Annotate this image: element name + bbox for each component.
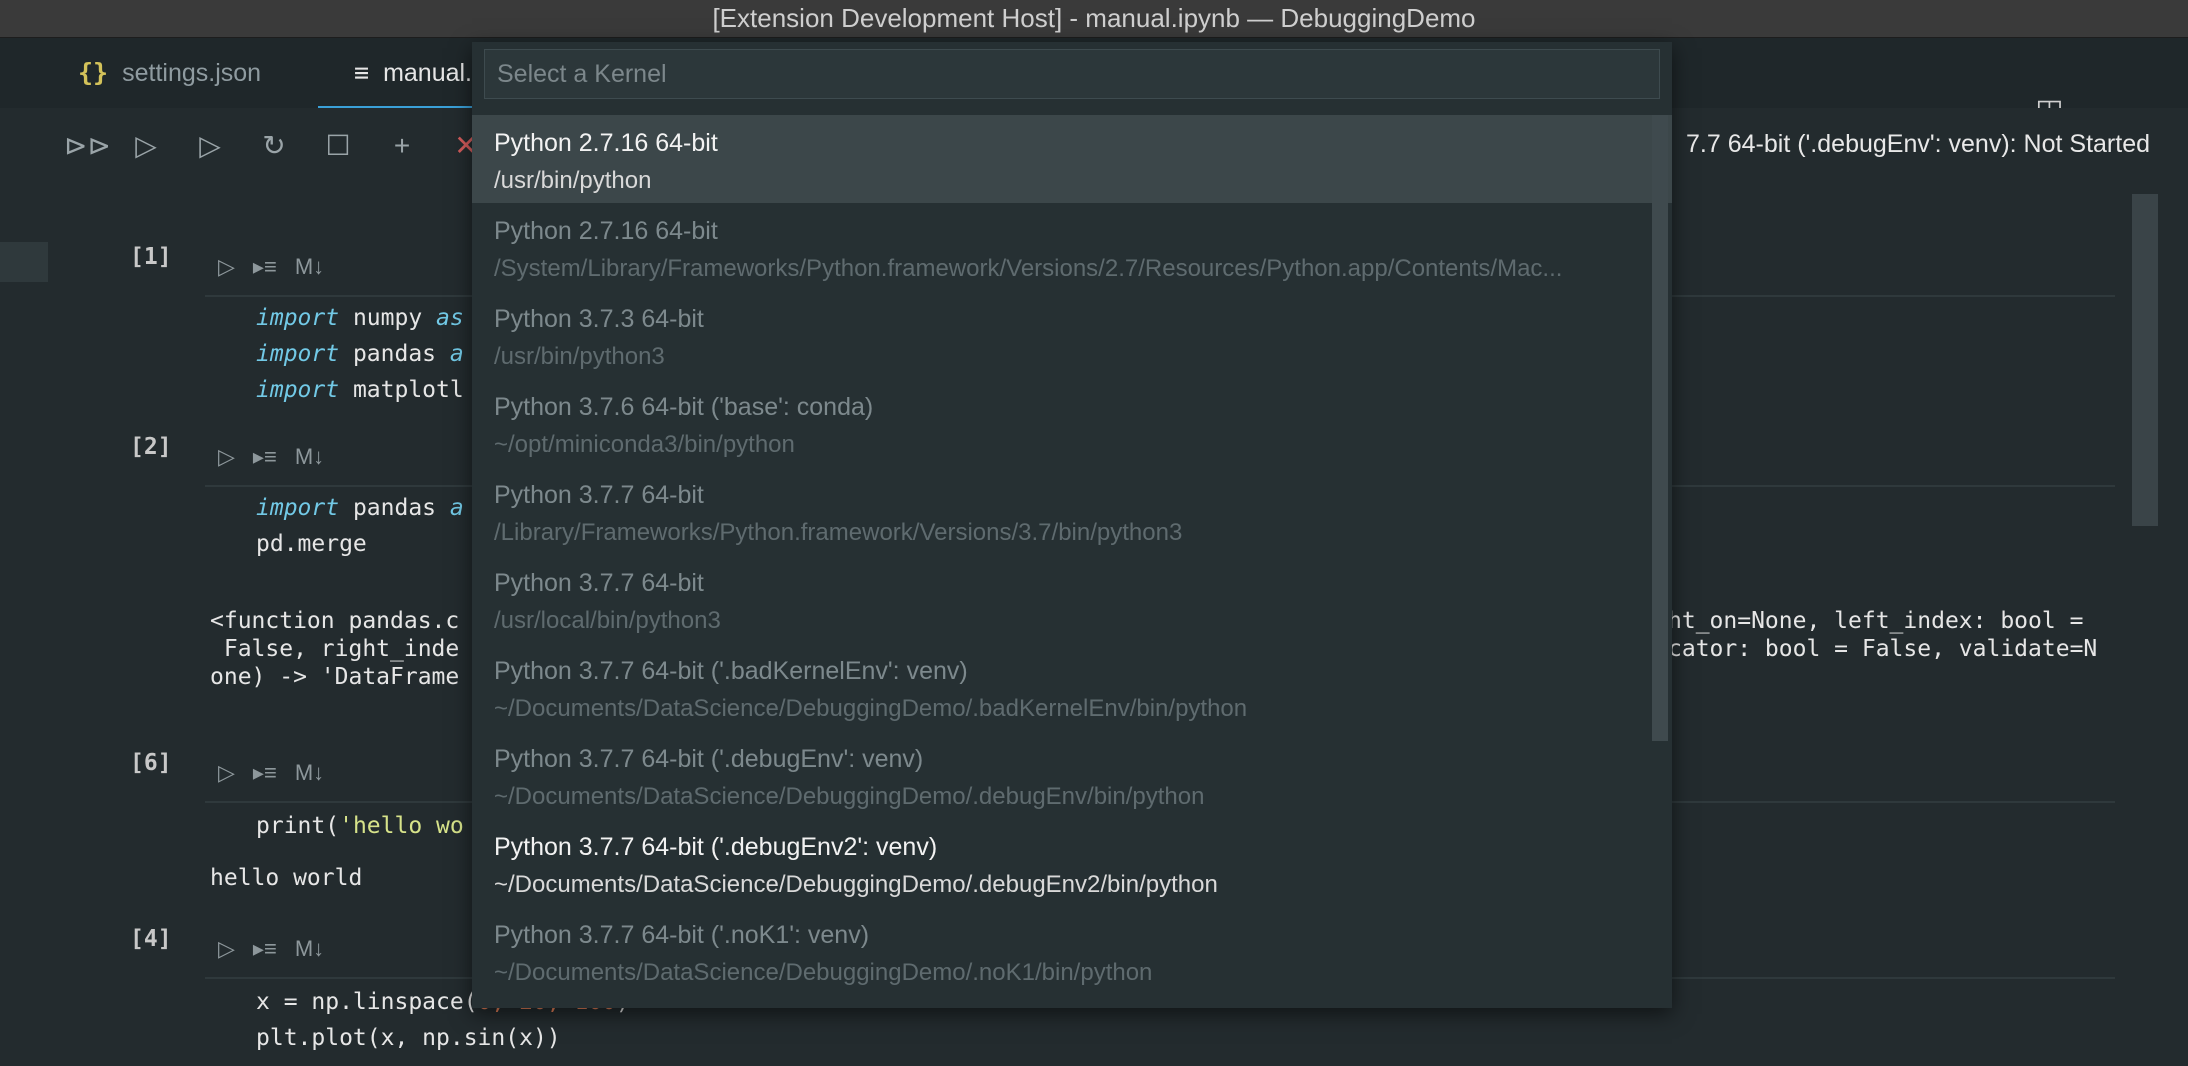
cell-output: hello world [210, 865, 363, 891]
tab-label: settings.json [122, 59, 262, 87]
kernel-option-path: ~/Documents/DataScience/DebuggingDemo/.b… [494, 695, 1248, 722]
kernel-option[interactable]: Python 3.7.6 64-bit ('base': conda) ~/opt… [472, 379, 1672, 467]
kernel-option-label: Python 2.7.16 64-bit [494, 129, 718, 157]
run-above-icon[interactable]: ▷ [128, 128, 164, 164]
code-line[interactable]: pd.merge [256, 526, 367, 562]
kernel-option[interactable]: Python 3.7.7 64-bit ('.badKernelEnv': ve… [472, 643, 1672, 731]
cell-execution-count: [4] [130, 926, 172, 952]
kernel-option-path: /usr/bin/python [494, 167, 652, 194]
run-by-line-icon[interactable]: ▸≡ [253, 444, 277, 469]
run-by-line-icon[interactable]: ▸≡ [253, 760, 277, 785]
kernel-list: Python 2.7.16 64-bit/usr/bin/python Pyth… [472, 115, 1672, 995]
cell-execution-count: [2] [130, 434, 172, 460]
kernel-option[interactable]: Python 3.7.7 64-bit ('.debugEnv2': venv)… [472, 819, 1672, 907]
add-cell-icon[interactable]: + [384, 128, 420, 164]
run-cell-icon[interactable]: ▷ [218, 444, 235, 469]
cell-toolbar: ▷ ▸≡ M↓ [218, 254, 342, 280]
code-line[interactable]: import pandas a [256, 336, 464, 372]
window-title: [Extension Development Host] - manual.ip… [0, 0, 2188, 38]
json-file-icon: {} [78, 58, 109, 87]
kernel-option-path: /usr/local/bin/python3 [494, 607, 721, 634]
kernel-option-label: Python 3.7.7 64-bit ('.noK1': venv) [494, 921, 870, 949]
markdown-toggle-icon[interactable]: M↓ [295, 936, 324, 961]
cell-toolbar: ▷ ▸≡ M↓ [218, 936, 342, 962]
cell-output: <function pandas.c False, right_inde one… [210, 608, 460, 690]
kernel-option[interactable]: Python 2.7.16 64-bit/usr/bin/python [472, 115, 1672, 203]
kernel-option-path: ~/Documents/DataScience/DebuggingDemo/.d… [494, 871, 1218, 898]
kernel-option-label: Python 3.7.7 64-bit ('.debugEnv': venv) [494, 745, 924, 773]
run-cell-icon[interactable]: ▷ [218, 254, 235, 279]
run-cell-icon[interactable]: ▷ [218, 760, 235, 785]
run-all-icon[interactable]: ⊳⊳ [64, 128, 111, 164]
cell-toolbar: ▷ ▸≡ M↓ [218, 444, 342, 470]
run-by-line-icon[interactable]: ▸≡ [253, 254, 277, 279]
kernel-option-path: /usr/bin/python3 [494, 343, 665, 370]
cell-output: ht_on=None, left_index: bool = cator: bo… [1668, 608, 2098, 662]
kernel-search-input[interactable] [484, 49, 1660, 99]
kernel-option-label: Python 3.7.6 64-bit ('base': conda) [494, 393, 874, 421]
kernel-option-label: Python 3.7.7 64-bit [494, 481, 704, 509]
run-by-line-icon[interactable]: ▸≡ [253, 936, 277, 961]
code-line[interactable]: import matplotl [256, 372, 464, 408]
kernel-option-path: /System/Library/Frameworks/Python.framew… [494, 255, 1563, 282]
restart-icon[interactable]: ↻ [256, 128, 292, 164]
notebook-scrollbar[interactable] [2132, 194, 2158, 526]
markdown-toggle-icon[interactable]: M↓ [295, 254, 324, 279]
kernel-option-label: Python 3.7.7 64-bit ('.debugEnv2': venv) [494, 833, 938, 861]
code-line[interactable]: import numpy as [256, 300, 464, 336]
kernel-option[interactable]: Python 2.7.16 64-bit/System/Library/Fram… [472, 203, 1672, 291]
code-line[interactable]: print('hello wo [256, 808, 464, 844]
kernel-option[interactable]: Python 3.7.3 64-bit/usr/bin/python3 [472, 291, 1672, 379]
tab-settings-json[interactable]: {} settings.json [78, 38, 261, 108]
notebook-file-icon: ≡ [354, 58, 370, 87]
kernel-option-path: ~/Documents/DataScience/DebuggingDemo/.d… [494, 783, 1205, 810]
kernel-status[interactable]: 7.7 64-bit ('.debugEnv': venv): Not Star… [1686, 130, 2150, 159]
kernel-list-scrollbar[interactable] [1652, 115, 1668, 741]
kernel-option[interactable]: Python 3.7.7 64-bit/Library/Frameworks/P… [472, 467, 1672, 555]
kernel-option-label: Python 3.7.3 64-bit [494, 305, 704, 333]
interrupt-icon[interactable]: ☐ [320, 128, 356, 164]
kernel-option[interactable]: Python 3.7.7 64-bit ('.noK1': venv) ~/Doc… [472, 907, 1672, 995]
code-line[interactable]: import pandas a [256, 490, 464, 526]
cell-execution-count: [1] [130, 244, 172, 270]
kernel-option-label: Python 3.7.7 64-bit [494, 569, 704, 597]
kernel-option[interactable]: Python 3.7.7 64-bit ('.debugEnv': venv) ~… [472, 731, 1672, 819]
markdown-toggle-icon[interactable]: M↓ [295, 760, 324, 785]
cell-toolbar: ▷ ▸≡ M↓ [218, 760, 342, 786]
markdown-toggle-icon[interactable]: M↓ [295, 444, 324, 469]
kernel-option-label: Python 3.7.7 64-bit ('.badKernelEnv': ve… [494, 657, 968, 685]
kernel-option[interactable]: Python 3.7.7 64-bit/usr/local/bin/python… [472, 555, 1672, 643]
run-below-icon[interactable]: ▷ [192, 128, 228, 164]
kernel-option-path: ~/Documents/DataScience/DebuggingDemo/.n… [494, 959, 1153, 986]
code-line[interactable]: plt.plot(x, np.sin(x)) [256, 1020, 561, 1056]
kernel-option-path: ~/opt/miniconda3/bin/python [494, 431, 795, 458]
kernel-option-path: /Library/Frameworks/Python.framework/Ver… [494, 519, 1183, 546]
kernel-picker: Python 2.7.16 64-bit/usr/bin/python Pyth… [472, 42, 1672, 1008]
kernel-option-label: Python 2.7.16 64-bit [494, 217, 718, 245]
cell-execution-count: [6] [130, 750, 172, 776]
tab-label: manual. [383, 59, 473, 87]
run-cell-icon[interactable]: ▷ [218, 936, 235, 961]
cell-focus-indicator [0, 242, 48, 282]
